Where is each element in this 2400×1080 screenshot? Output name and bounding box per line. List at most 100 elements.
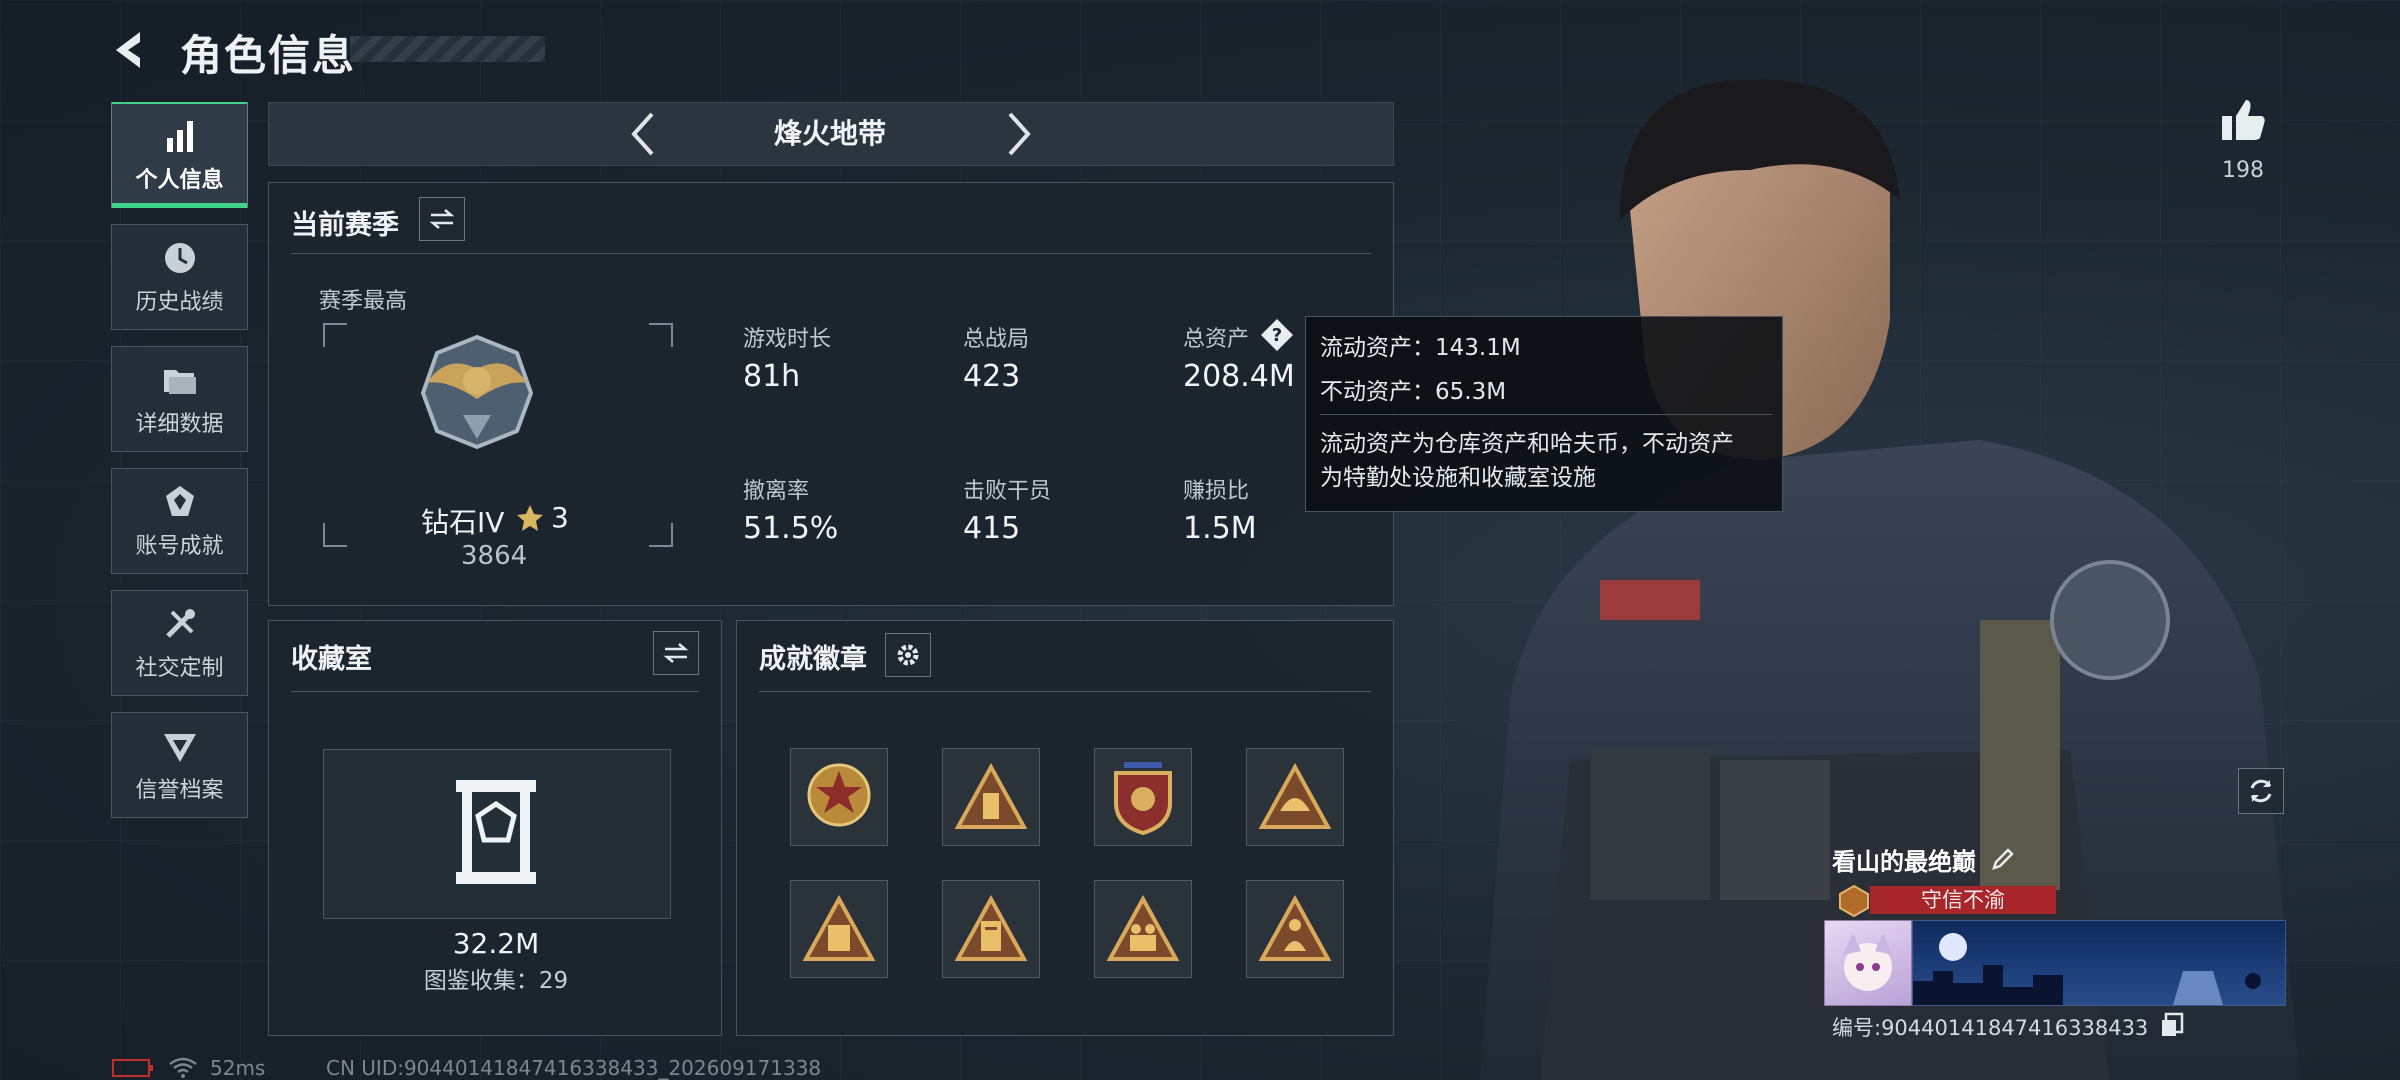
- bar-chart-icon: [166, 121, 193, 152]
- stat-value-playtime: 81h: [743, 359, 801, 394]
- history-clock-icon: [164, 243, 195, 273]
- star-shield-badge-icon: [807, 763, 871, 827]
- uid-text: CN UID:90440141847416338433_202609171338: [326, 1056, 822, 1080]
- stat-label-total-assets: 总资产: [1183, 327, 1250, 352]
- stat-value-kills: 415: [963, 511, 1021, 546]
- divider: [291, 253, 1371, 254]
- divider: [291, 691, 699, 692]
- achievement-badge-5[interactable]: [790, 880, 888, 978]
- credit-emblem-icon: [163, 734, 196, 762]
- sidebar-item-credit-profile[interactable]: 信誉档案: [111, 712, 248, 818]
- sidebar-item-social-custom[interactable]: 社交定制: [111, 590, 248, 696]
- collection-panel-title: 收藏室: [291, 644, 372, 675]
- achievement-badge-4[interactable]: [1246, 748, 1344, 846]
- frame-corner: [323, 323, 347, 347]
- stat-label-profit-ratio: 赚损比: [1183, 479, 1250, 504]
- stat-label-total-matches: 总战局: [963, 327, 1030, 352]
- back-button[interactable]: [110, 28, 154, 72]
- achievement-badge-3[interactable]: [1094, 748, 1192, 846]
- title-decoration: [350, 36, 545, 62]
- frame-corner: [649, 323, 673, 347]
- achievement-badge-1[interactable]: [790, 748, 888, 846]
- collection-panel: 收藏室 32.2M 图鉴收集：29: [268, 620, 722, 1036]
- help-icon[interactable]: ?: [1259, 317, 1295, 353]
- sidebar-item-detailed-data[interactable]: 详细数据: [111, 346, 248, 452]
- avatar-image: [1843, 933, 1893, 991]
- copy-icon[interactable]: [2160, 1012, 2184, 1038]
- player-name: 看山的最绝巅: [1832, 848, 1976, 876]
- svg-text:?: ?: [1272, 325, 1282, 346]
- triangle-soldiers-badge-icon: [1106, 895, 1180, 961]
- stat-label-extract-rate: 撤离率: [743, 479, 810, 504]
- tooltip-divider: [1320, 414, 1772, 415]
- season-switch-button[interactable]: [419, 197, 465, 241]
- sidebar-item-label: 信誉档案: [135, 778, 224, 803]
- wifi-icon: [169, 1057, 197, 1078]
- sidebar-item-history[interactable]: 历史战绩: [111, 224, 248, 330]
- sidebar-item-label: 账号成就: [135, 534, 224, 559]
- sidebar-item-label: 详细数据: [135, 412, 224, 437]
- gear-icon: [897, 644, 919, 666]
- tooltip-desc-line2: 为特勤处设施和收藏室设施: [1320, 465, 1596, 491]
- thumbs-up-icon[interactable]: [2218, 94, 2268, 144]
- edit-name-icon[interactable]: [1990, 846, 2016, 872]
- stat-value-total-assets: 208.4M: [1183, 359, 1295, 394]
- player-banner[interactable]: [1912, 920, 2286, 1006]
- triangle-tower-badge-icon: [954, 763, 1028, 829]
- collection-count: 图鉴收集：29: [423, 968, 569, 994]
- diamond-rank-emblem-icon: [420, 334, 534, 450]
- display-case-icon: [456, 780, 536, 884]
- refresh-icon: [2250, 779, 2272, 803]
- stat-value-extract-rate: 51.5%: [743, 511, 839, 546]
- mode-title: 烽火地带: [773, 117, 886, 150]
- collection-value: 32.2M: [452, 927, 540, 960]
- player-avatar[interactable]: [1824, 920, 1912, 1006]
- collection-switch-button[interactable]: [653, 631, 699, 675]
- achievements-settings-button[interactable]: [885, 633, 931, 677]
- collection-room-preview[interactable]: [323, 749, 671, 919]
- tooltip-fixed-assets: 不动资产：65.3M: [1320, 379, 1507, 405]
- mode-next-button[interactable]: [998, 110, 1038, 158]
- triangle-figure-badge-icon: [1258, 895, 1332, 961]
- sidebar-item-label: 个人信息: [135, 168, 224, 193]
- sidebar-item-label: 历史战绩: [135, 290, 224, 315]
- achievement-badge-2[interactable]: [942, 748, 1040, 846]
- sidebar-item-label: 社交定制: [135, 656, 224, 681]
- achievement-badge-6[interactable]: [942, 880, 1040, 978]
- swap-icon: [663, 643, 689, 663]
- page-title: 角色信息: [180, 31, 357, 80]
- triangle-document-badge-icon: [954, 895, 1028, 961]
- achievement-badge-8[interactable]: [1246, 880, 1344, 978]
- tooltip-desc-line1: 流动资产为仓库资产和哈夫币，不动资产: [1320, 431, 1734, 457]
- frame-corner: [323, 523, 347, 547]
- achievement-badge-7[interactable]: [1094, 880, 1192, 978]
- like-count: 198: [2222, 158, 2264, 183]
- season-panel: 当前赛季 赛季最高 钻石IV 3 3864 游戏时长 81h 总战局 423 总…: [268, 182, 1394, 606]
- sidebar-item-achievements[interactable]: 账号成就: [111, 468, 248, 574]
- rank-score: 3864: [461, 541, 528, 571]
- achievements-panel-title: 成就徽章: [759, 644, 867, 675]
- ping-value: 52ms: [210, 1056, 266, 1080]
- stat-value-total-matches: 423: [963, 359, 1021, 394]
- frame-corner: [649, 523, 673, 547]
- rank-name: 钻石IV: [421, 506, 505, 539]
- rank-stars: 3: [551, 501, 569, 534]
- rotate-view-button[interactable]: [2238, 768, 2284, 814]
- season-best-label: 赛季最高: [319, 289, 408, 314]
- star-icon: [517, 505, 543, 531]
- swap-icon: [429, 209, 455, 229]
- battery-icon: [112, 1059, 153, 1077]
- player-title-badge: 守信不渝: [1870, 886, 2056, 914]
- achievement-icon: [165, 486, 194, 516]
- stat-value-profit-ratio: 1.5M: [1183, 511, 1257, 546]
- stat-label-playtime: 游戏时长: [743, 327, 832, 352]
- season-panel-title: 当前赛季: [291, 210, 399, 241]
- sidebar-item-personal-info[interactable]: 个人信息: [111, 102, 248, 208]
- triangle-vest-badge-icon: [802, 895, 876, 961]
- folder-icon: [163, 370, 196, 394]
- banner-night-city-image: [1913, 933, 2261, 1005]
- player-id: 编号:90440141847416338433: [1832, 1016, 2149, 1040]
- credit-badge-icon: [1839, 884, 1869, 918]
- tooltip-liquid-assets: 流动资产：143.1M: [1320, 335, 1521, 361]
- stat-label-kills: 击败干员: [963, 479, 1052, 504]
